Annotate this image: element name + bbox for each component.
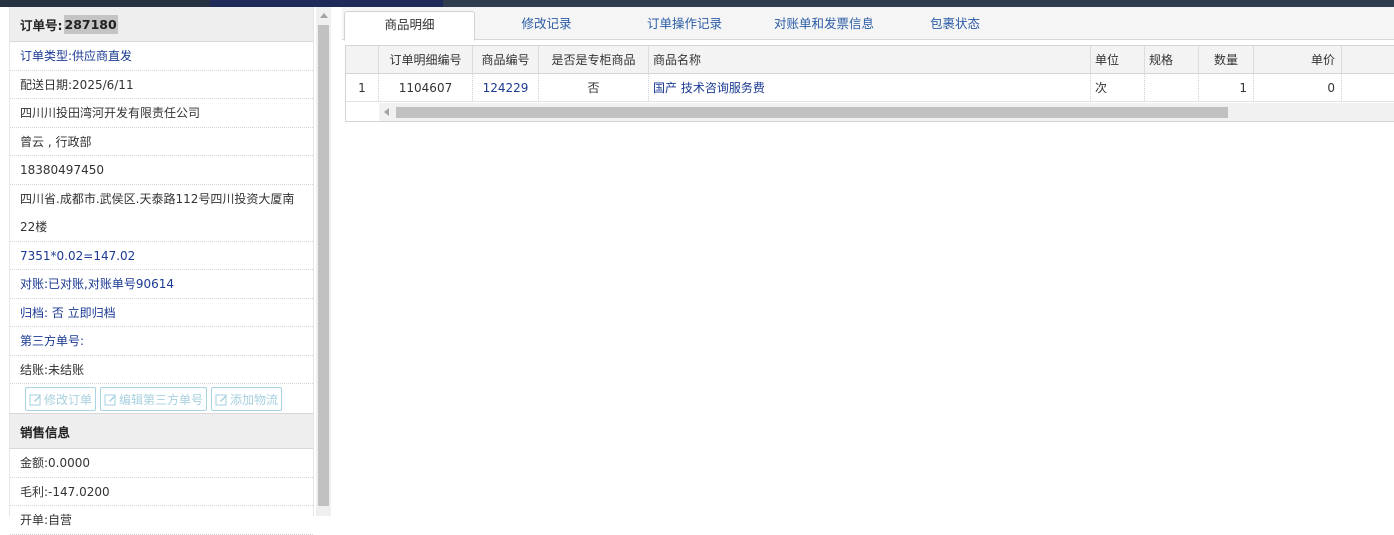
order-number[interactable]: 287180 <box>63 14 118 34</box>
scroll-up-arrow-icon[interactable] <box>320 13 328 18</box>
amount-formula: 7351*0.02=147.02 <box>10 242 313 270</box>
product-name-link[interactable]: 国产 技术咨询服务费 <box>649 74 1091 101</box>
column-header-spec[interactable]: 规格 <box>1145 46 1199 73</box>
column-header-index <box>346 46 379 73</box>
delivery-address: 四川省.成都市.武侯区.天泰路112号四川投资大厦南22楼 <box>10 185 313 242</box>
edit-icon <box>104 394 117 405</box>
column-header-product-name[interactable]: 商品名称 <box>649 46 1091 73</box>
tab-package-status[interactable]: 包裹状态 <box>898 11 1012 40</box>
add-logistics-label: 添加物流 <box>230 392 279 407</box>
top-bar <box>0 0 1394 7</box>
order-type: 订单类型:供应商直发 <box>10 42 313 71</box>
edit-third-party-number-button[interactable]: 编辑第三方单号 <box>100 387 208 411</box>
edit-icon <box>215 394 228 405</box>
column-header-filler <box>1342 46 1394 73</box>
third-party-number: 第三方单号: <box>10 327 313 356</box>
unit-price-value: 0 <box>1254 74 1342 101</box>
table-horizontal-scrollbar[interactable] <box>379 103 1394 121</box>
column-header-quantity[interactable]: 数量 <box>1199 46 1254 73</box>
unit-value: 次 <box>1091 74 1145 101</box>
sales-gross-profit: 毛利:-147.0200 <box>10 478 313 506</box>
column-header-counter-product[interactable]: 是否是专柜商品 <box>539 46 649 73</box>
spec-value <box>1145 74 1199 101</box>
sales-amount: 金额:0.0000 <box>10 449 313 478</box>
column-header-unit-price[interactable]: 单价 <box>1254 46 1342 73</box>
detail-number: 1104607 <box>379 74 473 101</box>
tab-modification-log[interactable]: 修改记录 <box>480 11 613 40</box>
settlement-status: 结账:未结账 <box>10 356 313 384</box>
archive-status[interactable]: 归档: 否 立即归档 <box>10 299 313 327</box>
row-index: 1 <box>346 74 379 101</box>
top-bar-segment <box>0 0 210 7</box>
product-number-link[interactable]: 124229 <box>473 74 539 101</box>
order-header: 订单号: 287180 <box>10 7 313 42</box>
edit-order-label: 修改订单 <box>44 392 93 407</box>
scrollbar-thumb[interactable] <box>318 25 329 506</box>
table-header: 订单明细编号 商品编号 是否是专柜商品 商品名称 单位 规格 数量 单价 <box>346 46 1394 74</box>
table-row[interactable]: 1 1104607 124229 否 国产 技术咨询服务费 次 1 0 <box>346 74 1394 102</box>
add-logistics-button[interactable]: 添加物流 <box>211 387 283 411</box>
scroll-left-arrow-icon[interactable] <box>384 108 389 116</box>
tab-order-operation-log[interactable]: 订单操作记录 <box>618 11 751 40</box>
order-action-buttons: 修改订单 编辑第三方单号 添加物流 <box>10 384 313 414</box>
order-info-content: 订单号: 287180 订单类型:供应商直发 配送日期:2025/6/11 四川… <box>9 7 314 535</box>
order-number-label: 订单号: <box>20 17 63 33</box>
contact-person: 曾云 , 行政部 <box>10 128 313 156</box>
contact-phone: 18380497450 <box>10 156 313 185</box>
sales-info-header: 销售信息 <box>10 414 313 449</box>
edit-order-button[interactable]: 修改订单 <box>25 387 97 411</box>
column-header-unit[interactable]: 单位 <box>1091 46 1145 73</box>
column-header-detail-number[interactable]: 订单明细编号 <box>379 46 473 73</box>
product-table: 订单明细编号 商品编号 是否是专柜商品 商品名称 单位 规格 数量 单价 1 1… <box>345 45 1394 122</box>
sales-order-source: 开单:自营 <box>10 506 313 535</box>
column-header-product-number[interactable]: 商品编号 <box>473 46 539 73</box>
edit-third-party-number-label: 编辑第三方单号 <box>119 392 204 407</box>
top-bar-segment-active <box>210 0 443 7</box>
tab-product-details[interactable]: 商品明细 <box>344 11 475 41</box>
counter-product-value: 否 <box>539 74 649 101</box>
detail-area: 商品明细 修改记录 订单操作记录 对账单和发票信息 包裹状态 订单明细编号 商品… <box>340 7 1394 516</box>
order-info-panel: 订单号: 287180 订单类型:供应商直发 配送日期:2025/6/11 四川… <box>0 7 331 535</box>
horizontal-scrollbar-thumb[interactable] <box>396 107 1228 118</box>
edit-icon <box>29 394 41 405</box>
company-name: 四川川投田湾河开发有限责任公司 <box>10 99 313 128</box>
reconciliation-status[interactable]: 对账:已对账,对账单号90614 <box>10 270 313 299</box>
tab-statement-invoice[interactable]: 对账单和发票信息 <box>754 11 894 40</box>
quantity-value: 1 <box>1199 74 1254 101</box>
delivery-date: 配送日期:2025/6/11 <box>10 71 313 99</box>
detail-tabs: 商品明细 修改记录 订单操作记录 对账单和发票信息 包裹状态 <box>342 7 1394 41</box>
order-info-list: 订单类型:供应商直发 配送日期:2025/6/11 四川川投田湾河开发有限责任公… <box>10 42 313 384</box>
left-panel-scrollbar[interactable] <box>316 7 331 516</box>
